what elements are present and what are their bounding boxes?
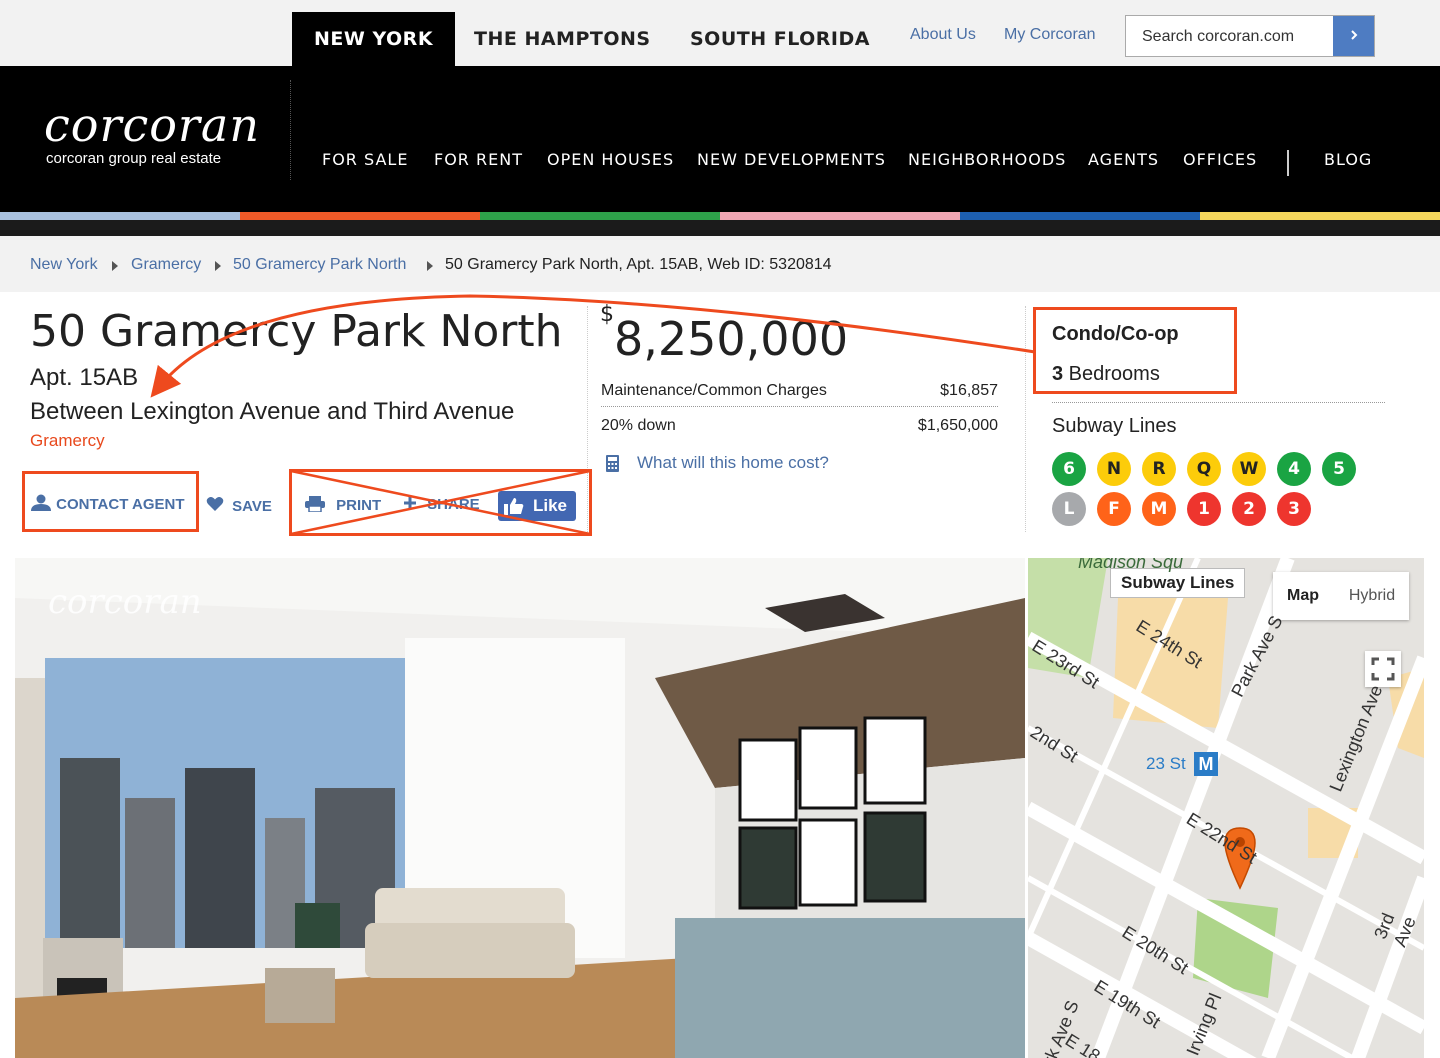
chevron-right-icon [1350,30,1357,40]
maintenance-label: Maintenance/Common Charges [601,382,827,399]
price-row-divider [601,406,998,407]
calculator-icon [606,455,619,472]
nav-new-developments[interactable]: NEW DEVELOPMENTS [697,150,886,169]
down-payment-label: 20% down [601,417,676,434]
search-input[interactable]: Search corcoran.com [1142,28,1294,46]
map-type-hybrid-button[interactable]: Hybrid [1335,572,1409,620]
nav-agents[interactable]: AGENTS [1088,150,1159,169]
price-value: 8,250,000 [614,312,849,366]
color-stripe [720,212,960,220]
subway-line-w-icon: W [1232,452,1266,486]
down-payment-row: 20% down $1,650,000 [601,417,998,435]
down-payment-value: $1,650,000 [917,417,998,434]
subway-line-m-icon: M [1142,492,1176,526]
listing-photo[interactable]: corcoran [15,558,1025,1058]
listing-apartment: Apt. 15AB [30,364,139,391]
photo-watermark: corcoran [48,582,202,622]
maintenance-value: $16,857 [940,382,998,399]
color-stripe [960,212,1200,220]
breadcrumb-current: 50 Gramercy Park North, Apt. 15AB, Web I… [445,256,832,273]
breadcrumb-gramercy[interactable]: Gramercy [131,256,201,274]
nav-for-rent[interactable]: FOR RENT [434,150,523,169]
subway-line-n-icon: N [1097,452,1131,486]
breadcrumb-arrow-icon [215,261,221,271]
details-divider [1052,402,1385,403]
subway-lines-heading: Subway Lines [1052,415,1177,437]
region-tab-hamptons[interactable]: THE HAMPTONS [452,12,673,66]
living-room-image [15,558,1025,1058]
fullscreen-icon [1371,657,1395,681]
header-divider [290,80,291,180]
subway-line-f-icon: F [1097,492,1131,526]
subway-line-r-icon: R [1142,452,1176,486]
price-currency: $ [600,301,614,327]
subway-line-2-icon: 2 [1232,492,1266,526]
nav-blog[interactable]: BLOG [1324,150,1372,169]
my-corcoran-link[interactable]: My Corcoran [1004,26,1096,44]
search-submit-button[interactable] [1333,16,1374,56]
maintenance-row: Maintenance/Common Charges $16,857 [601,382,998,400]
subway-line-4-icon: 4 [1277,452,1311,486]
listing-cross-streets: Between Lexington Avenue and Third Avenu… [30,398,515,425]
region-tab-new-york[interactable]: NEW YORK [292,12,456,66]
region-bar: NEW YORK THE HAMPTONS SOUTH FLORIDA Abou… [0,0,1440,66]
color-stripe [0,212,240,220]
about-us-link[interactable]: About Us [910,26,976,44]
subway-line-6-icon: 6 [1052,452,1086,486]
listing-neighborhood-link[interactable]: Gramercy [30,431,105,451]
nav-offices[interactable]: OFFICES [1183,150,1257,169]
search-box[interactable]: Search corcoran.com [1125,15,1375,57]
region-tab-south-florida[interactable]: SOUTH FLORIDA [668,12,892,66]
breadcrumb-new-york[interactable]: New York [30,256,98,274]
color-stripe [1200,212,1440,220]
fullscreen-button[interactable] [1365,651,1401,687]
location-map[interactable]: Subway Lines Map Hybrid 23 St M Madison … [1028,558,1424,1058]
nav-for-sale[interactable]: FOR SALE [322,150,408,169]
annotation-box-crossed-actions [289,469,592,536]
nav-neighborhoods[interactable]: NEIGHBORHOODS [908,150,1066,169]
column-divider [1025,306,1026,532]
breadcrumb: New York Gramercy 50 Gramercy Park North… [0,236,1440,292]
subway-line-q-icon: Q [1187,452,1221,486]
nav-open-houses[interactable]: OPEN HOUSES [547,150,674,169]
color-stripe [480,212,720,220]
logo-tagline: corcoran group real estate [46,150,222,167]
breadcrumb-arrow-icon [112,261,118,271]
subway-station-icon: M [1194,752,1218,776]
home-cost-link[interactable]: What will this home cost? [637,453,829,473]
header-underline [0,220,1440,236]
color-stripes [0,212,1440,220]
breadcrumb-building[interactable]: 50 Gramercy Park North [233,256,406,274]
breadcrumb-arrow-icon [427,261,433,271]
subway-line-5-icon: 5 [1322,452,1356,486]
map-tiles [1028,558,1424,1058]
save-button[interactable]: SAVE [206,496,272,515]
annotation-box-property-details [1033,307,1237,394]
map-type-control: Map Hybrid [1273,572,1409,620]
annotation-box-contact-agent [22,471,199,532]
corcoran-logo[interactable]: corcoran corcoran group real estate [44,98,260,167]
logo-wordmark: corcoran [44,98,260,152]
heart-icon [206,497,224,511]
map-station-label: 23 St [1146,754,1186,773]
main-header: corcoran corcoran group real estate FOR … [0,66,1440,212]
listing-title: 50 Gramercy Park North [30,306,563,357]
subway-line-l-icon: L [1052,492,1086,526]
map-street-label: Madison Squ [1078,558,1184,572]
color-stripe [240,212,480,220]
subway-line-3-icon: 3 [1277,492,1311,526]
save-label: SAVE [232,498,272,515]
map-type-map-button[interactable]: Map [1273,572,1333,620]
listing-price: $8,250,000 [600,302,849,366]
subway-line-1-icon: 1 [1187,492,1221,526]
nav-separator [1287,150,1289,176]
